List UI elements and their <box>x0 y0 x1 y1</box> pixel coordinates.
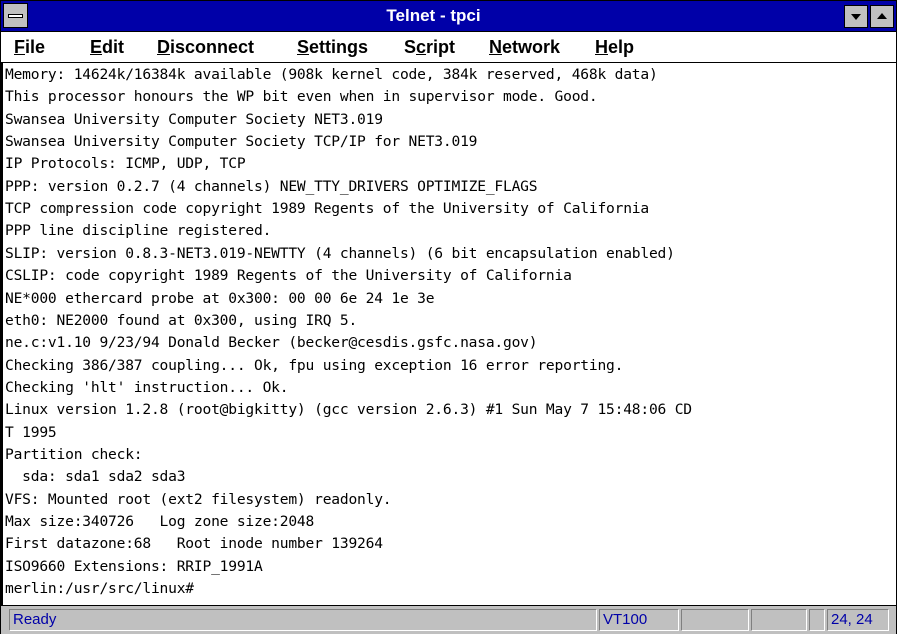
menu-edit-label: dit <box>102 37 125 57</box>
minimize-icon <box>851 14 861 20</box>
terminal-line: Checking 386/387 coupling... Ok, fpu usi… <box>5 356 624 374</box>
menu-script[interactable]: Script <box>404 32 455 62</box>
menu-disconnect-accelerator: D <box>157 37 170 57</box>
terminal-line: sda: sda1 sda2 sda3 <box>5 468 186 486</box>
terminal-line: Checking 'hlt' instruction... Ok. <box>5 378 289 396</box>
maximize-icon <box>877 13 887 19</box>
terminal-line: Swansea University Computer Society NET3… <box>5 110 383 128</box>
menu-help-label: elp <box>608 37 635 57</box>
menu-settings-label: ettings <box>309 37 369 57</box>
menu-file[interactable]: File <box>14 32 45 62</box>
terminal-type: VT100 <box>599 609 679 631</box>
menu-help-accelerator: H <box>595 37 608 57</box>
terminal-line: This processor honours the WP bit even w… <box>5 88 598 106</box>
menu-file-label: ile <box>25 37 46 57</box>
terminal-line: First datazone:68 Root inode number 1392… <box>5 535 383 553</box>
title-bar[interactable]: Telnet - tpci <box>1 1 896 32</box>
terminal-line: VFS: Mounted root (ext2 filesystem) read… <box>5 490 392 508</box>
terminal-line: SLIP: version 0.8.3-NET3.019-NEWTTY (4 c… <box>5 244 675 262</box>
terminal-line: ne.c:v1.10 9/23/94 Donald Becker (becker… <box>5 334 538 352</box>
menu-network[interactable]: Network <box>489 32 560 62</box>
menu-settings-accelerator: S <box>297 37 310 57</box>
terminal-line: Swansea University Computer Society TCP/… <box>5 133 478 151</box>
terminal-line: NE*000 ethercard probe at 0x300: 00 00 6… <box>5 289 435 307</box>
menu-disconnect-label: isconnect <box>170 37 255 57</box>
status-bar: Ready VT100 24, 24 <box>1 605 896 634</box>
terminal-line: CSLIP: code copyright 1989 Regents of th… <box>5 267 572 285</box>
status-field-5 <box>809 609 825 631</box>
menu-script-prefix: Sc <box>404 37 427 57</box>
menu-disconnect[interactable]: Disconnect <box>157 32 254 62</box>
menu-network-accelerator: N <box>489 37 502 57</box>
terminal-line: merlin:/usr/src/linux# <box>5 580 194 598</box>
terminal-line: PPP line discipline registered. <box>5 222 272 240</box>
maximize-button[interactable] <box>870 5 894 28</box>
system-menu-button[interactable] <box>3 3 28 28</box>
status-field-4 <box>751 609 807 631</box>
menu-help[interactable]: Help <box>595 32 634 62</box>
menu-bar: File Edit Disconnect Settings Script Net… <box>1 32 896 63</box>
status-message: Ready <box>9 609 597 631</box>
terminal-line: eth0: NE2000 found at 0x300, using IRQ 5… <box>5 311 358 329</box>
telnet-window: Telnet - tpci File Edit Disconnect Setti… <box>0 0 897 634</box>
status-field-3 <box>681 609 749 631</box>
terminal-line: PPP: version 0.2.7 (4 channels) NEW_TTY_… <box>5 177 538 195</box>
terminal-line: IP Protocols: ICMP, UDP, TCP <box>5 155 246 173</box>
terminal-line: Memory: 14624k/16384k available (908k ke… <box>5 66 658 83</box>
menu-network-label: etwork <box>502 37 561 57</box>
menu-file-accelerator: F <box>14 37 25 57</box>
terminal-output[interactable]: Memory: 14624k/16384k available (908k ke… <box>1 63 896 605</box>
window-title: Telnet - tpci <box>386 6 481 25</box>
menu-script-label: ript <box>426 37 456 57</box>
terminal-line: TCP compression code copyright 1989 Rege… <box>5 200 649 218</box>
minimize-button[interactable] <box>844 5 868 28</box>
system-menu-icon <box>8 14 23 18</box>
menu-edit[interactable]: Edit <box>90 32 124 62</box>
terminal-line: T 1995 <box>5 423 57 441</box>
terminal-line: Linux version 1.2.8 (root@bigkitty) (gcc… <box>5 401 692 419</box>
cursor-position: 24, 24 <box>827 609 889 631</box>
terminal-line: Partition check: <box>5 445 143 463</box>
menu-settings[interactable]: Settings <box>297 32 368 62</box>
terminal-line: Max size:340726 Log zone size:2048 <box>5 513 315 530</box>
terminal-line: ISO9660 Extensions: RRIP_1991A <box>5 557 263 575</box>
menu-edit-accelerator: E <box>90 37 103 57</box>
